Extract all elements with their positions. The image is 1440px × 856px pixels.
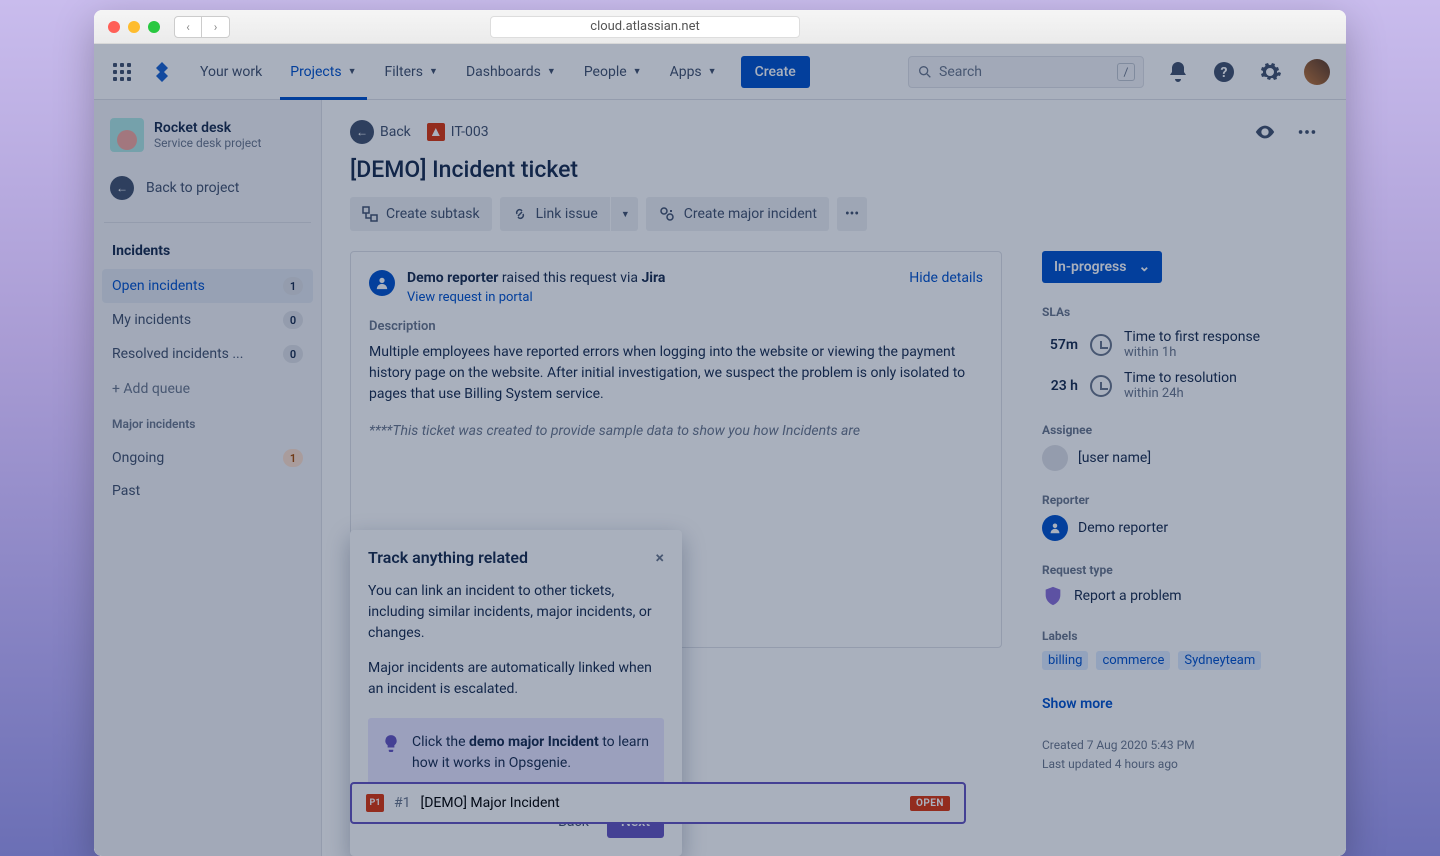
minimize-window[interactable] (128, 21, 140, 33)
browser-back[interactable]: ‹ (174, 16, 202, 38)
close-window[interactable] (108, 21, 120, 33)
modal-overlay (94, 44, 1346, 856)
browser-forward[interactable]: › (202, 16, 230, 38)
address-bar[interactable]: cloud.atlassian.net (490, 16, 800, 38)
browser-chrome: ‹ › cloud.atlassian.net (94, 10, 1346, 44)
window-controls (108, 21, 160, 33)
maximize-window[interactable] (148, 21, 160, 33)
